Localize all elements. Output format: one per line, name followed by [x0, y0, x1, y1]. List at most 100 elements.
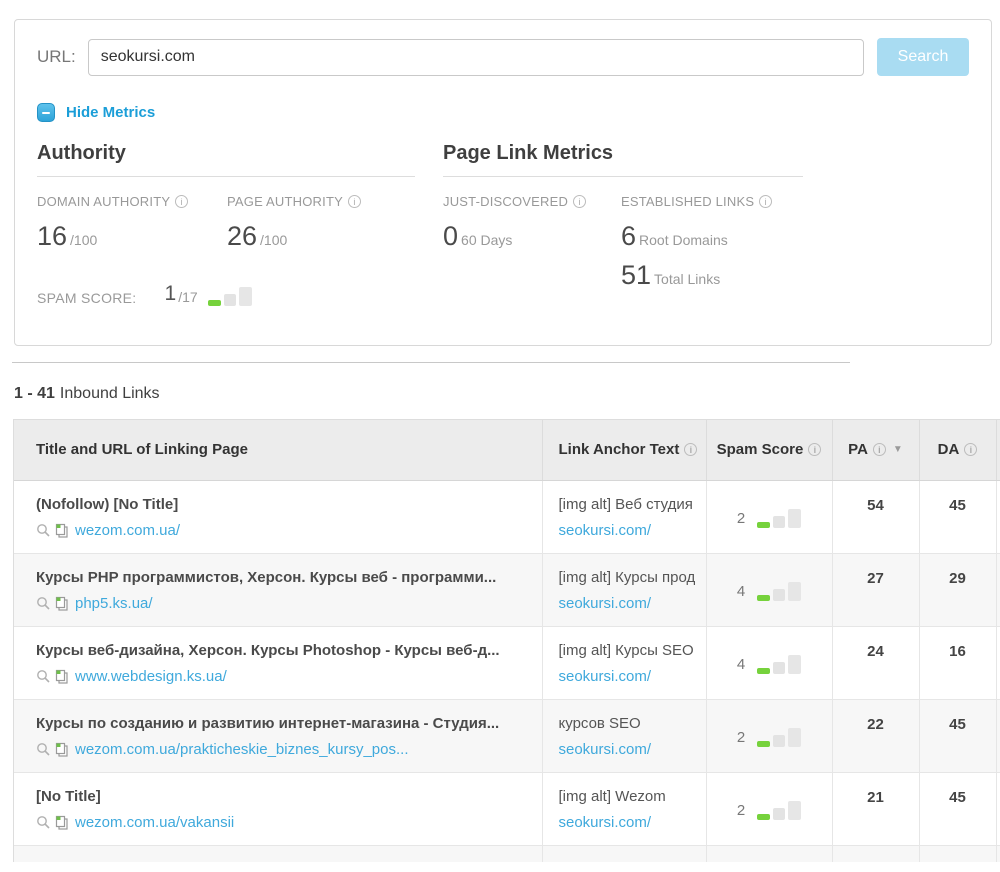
info-icon[interactable]: i — [175, 195, 188, 208]
page-link-metrics-section: Page Link Metrics JUST-DISCOVERED i 060 … — [443, 142, 803, 306]
info-icon[interactable]: i — [573, 195, 586, 208]
magnifier-icon[interactable] — [36, 742, 51, 757]
domain-authority-label: DOMAIN AUTHORITY — [37, 194, 170, 209]
linking-page-title: Курсы по созданию и развитию интернет-ма… — [36, 715, 532, 732]
row-pa-value: 22 — [832, 699, 919, 772]
row-da-value: 45 — [919, 480, 996, 553]
spam-score-number: 2 — [737, 510, 745, 527]
inbound-links-range: 1 - 41 — [14, 385, 55, 402]
column-header-da[interactable]: DA i — [919, 420, 996, 480]
linking-page-url[interactable]: wezom.com.ua/prakticheskie_biznes_kursy_… — [75, 741, 409, 758]
url-search-row: URL: Search — [37, 38, 969, 76]
just-discovered-metric: JUST-DISCOVERED i 060 Days — [443, 194, 621, 291]
total-links-value: 51 — [621, 260, 651, 290]
info-icon[interactable]: i — [684, 443, 697, 456]
column-header-spam-score[interactable]: Spam Score i — [706, 420, 832, 480]
magnifier-icon[interactable] — [36, 815, 51, 830]
collapse-minus-icon[interactable] — [37, 103, 55, 122]
hide-metrics-label: Hide Metrics — [66, 104, 155, 121]
root-domains-value: 6 — [621, 221, 636, 251]
info-icon[interactable]: i — [964, 443, 977, 456]
column-header-cutoff — [996, 420, 1000, 480]
just-discovered-unit: 60 Days — [461, 232, 512, 248]
page-authority-denominator: /100 — [260, 232, 287, 248]
linking-page-title: [No Title] — [36, 788, 532, 805]
magnifier-icon[interactable] — [36, 523, 51, 538]
metrics-panel: URL: Search Hide Metrics Authority DOMAI… — [14, 19, 992, 346]
open-page-icon[interactable] — [55, 742, 69, 757]
row-pa-value: 27 — [832, 553, 919, 626]
magnifier-icon[interactable] — [36, 596, 51, 611]
page-link-metrics-heading: Page Link Metrics — [443, 142, 803, 177]
anchor-target-url[interactable]: seokursi.com/ — [559, 814, 652, 831]
inbound-links-label: Inbound Links — [60, 385, 160, 402]
spam-score-bars-icon — [757, 582, 801, 601]
open-page-icon[interactable] — [55, 669, 69, 684]
row-da-value: 45 — [919, 699, 996, 772]
search-button[interactable]: Search — [877, 38, 969, 76]
row-cutoff-cell — [996, 626, 1000, 699]
sort-descending-icon[interactable]: ▼ — [893, 444, 903, 455]
linking-page-url[interactable]: wezom.com.ua/ — [75, 522, 180, 539]
row-spam-score: 2 — [707, 505, 832, 528]
table-header-row: Title and URL of Linking Page Link Ancho… — [14, 420, 1000, 480]
domain-authority-value: 16 — [37, 221, 67, 251]
column-header-anchor-text[interactable]: Link Anchor Text i — [542, 420, 706, 480]
section-divider — [12, 362, 850, 363]
linking-page-title: (Nofollow) [No Title] — [36, 496, 532, 513]
info-icon[interactable]: i — [348, 195, 361, 208]
metrics-grid: Authority DOMAIN AUTHORITY i 16/100 PAGE… — [37, 142, 969, 306]
linking-page-url[interactable]: php5.ks.ua/ — [75, 595, 153, 612]
open-page-icon[interactable] — [55, 815, 69, 830]
link-anchor-text: курсов SEO — [559, 715, 700, 732]
url-input[interactable] — [88, 39, 864, 76]
anchor-target-url[interactable]: seokursi.com/ — [559, 522, 652, 539]
info-icon[interactable]: i — [873, 443, 886, 456]
column-header-title[interactable]: Title and URL of Linking Page — [14, 420, 542, 480]
magnifier-icon[interactable] — [36, 669, 51, 684]
row-spam-score: 4 — [707, 578, 832, 601]
row-pa-value: 21 — [832, 772, 919, 845]
just-discovered-label: JUST-DISCOVERED — [443, 194, 568, 209]
page-authority-label: PAGE AUTHORITY — [227, 194, 343, 209]
spam-score-metric: SPAM SCORE: 1 /17 — [37, 282, 415, 306]
link-anchor-text: [img alt] Wezom — [559, 788, 700, 805]
url-label: URL: — [37, 47, 76, 67]
inbound-links-table: Title and URL of Linking Page Link Ancho… — [13, 419, 1000, 862]
column-header-pa[interactable]: PA i ▼ — [832, 420, 919, 480]
page-authority-value: 26 — [227, 221, 257, 251]
established-links-metric: ESTABLISHED LINKS i 6Root Domains 51Tota… — [621, 194, 772, 291]
linking-page-url[interactable]: wezom.com.ua/vakansii — [75, 814, 234, 831]
link-anchor-text: [img alt] Курсы прод — [559, 569, 700, 586]
open-page-icon[interactable] — [55, 596, 69, 611]
anchor-target-url[interactable]: seokursi.com/ — [559, 668, 652, 685]
anchor-target-url[interactable]: seokursi.com/ — [559, 741, 652, 758]
spam-score-bars-icon — [757, 655, 801, 674]
open-page-icon[interactable] — [55, 523, 69, 538]
just-discovered-value: 0 — [443, 221, 458, 251]
spam-score-bars-icon — [208, 287, 252, 306]
anchor-target-url[interactable]: seokursi.com/ — [559, 595, 652, 612]
spam-score-bars-icon — [757, 728, 801, 747]
spam-score-number: 2 — [737, 729, 745, 746]
linking-page-title: Курсы веб-дизайна, Херсон. Курсы Photosh… — [36, 642, 532, 659]
authority-heading: Authority — [37, 142, 415, 177]
page-authority-metric: PAGE AUTHORITY i 26/100 — [227, 194, 361, 252]
info-icon[interactable]: i — [759, 195, 772, 208]
link-anchor-text: [img alt] Курсы SEO — [559, 642, 700, 659]
table-row: Курсы по созданию и развитию интернет-ма… — [14, 699, 1000, 772]
row-cutoff-cell — [996, 553, 1000, 626]
inbound-links-count: 1 - 41 Inbound Links — [14, 385, 1000, 403]
spam-score-number: 4 — [737, 656, 745, 673]
row-cutoff-cell — [996, 480, 1000, 553]
row-cutoff-cell — [996, 699, 1000, 772]
row-da-value: 45 — [919, 772, 996, 845]
row-spam-score: 2 — [707, 797, 832, 820]
table-row-partial — [14, 845, 1000, 862]
hide-metrics-toggle[interactable]: Hide Metrics — [37, 103, 969, 122]
info-icon[interactable]: i — [808, 443, 821, 456]
table-row: [No Title] wezom.com.ua/vakansii [i — [14, 772, 1000, 845]
root-domains-unit: Root Domains — [639, 232, 728, 248]
links-table-body: (Nofollow) [No Title] wezom.com.ua/ — [14, 480, 1000, 845]
linking-page-url[interactable]: www.webdesign.ks.ua/ — [75, 668, 227, 685]
